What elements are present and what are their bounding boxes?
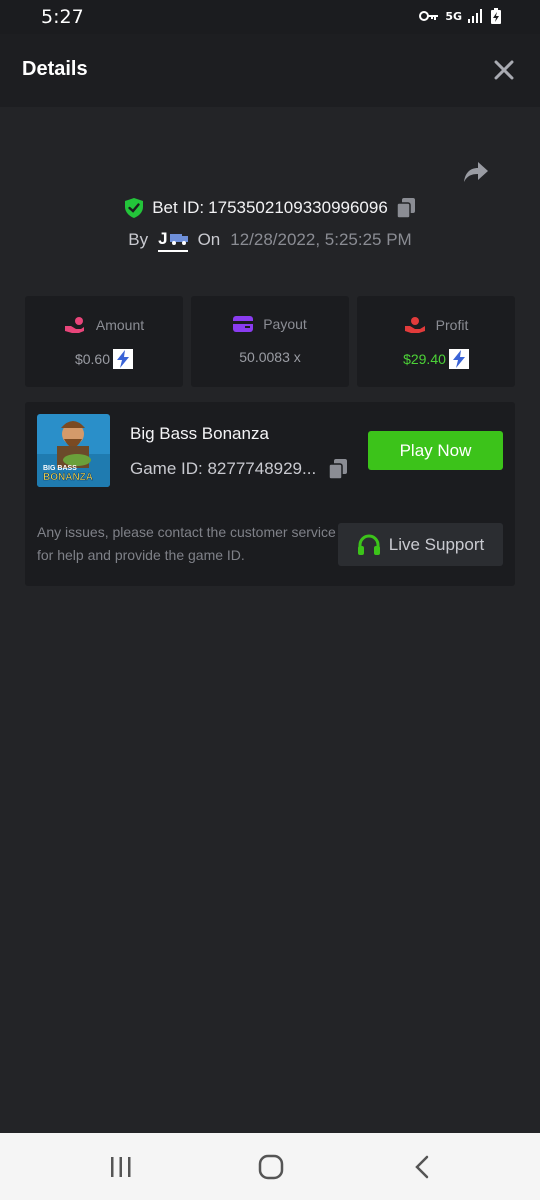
page-title: Details [22,58,88,80]
system-nav-bar [0,1133,540,1200]
status-time: 5:27 [41,6,84,28]
bet-id-row: Bet ID: 1753502109330996096 [0,195,540,221]
details-header: Details [0,34,540,107]
username: J [158,228,168,248]
payout-label: Payout [263,316,307,332]
signal-icon [468,9,482,23]
game-card: BIG BASS BONANZA Big Bass Bonanza Game I… [25,402,515,586]
wallet-icon [233,316,254,332]
hand-coins-icon [64,317,84,333]
recent-apps-icon[interactable] [106,1153,136,1181]
play-now-button[interactable]: Play Now [368,431,503,470]
currency-bolt-icon [448,349,469,369]
share-icon[interactable] [462,158,490,186]
game-id: Game ID: 8277748929... [130,459,317,478]
thumb-title-1: BIG BASS [43,465,77,472]
headset-icon [357,534,380,555]
payout-value: 50.0083 x [239,349,301,365]
bet-by-row: By J On 12/28/2022, 5:25:25 PM [0,228,540,252]
bet-date: 12/28/2022, 5:25:25 PM [230,230,412,249]
username-link[interactable]: J [158,228,188,252]
shield-check-icon [125,198,144,218]
on-label: On [197,230,221,249]
battery-icon [491,8,501,24]
home-icon[interactable] [256,1153,286,1181]
amount-card: Amount $0.60 [25,296,183,387]
user-badge-icon [169,233,188,245]
by-label: By [128,230,149,249]
back-icon[interactable] [408,1153,438,1181]
copy-icon [328,459,348,480]
copy-game-id-button[interactable] [328,458,348,480]
close-icon[interactable] [492,58,516,82]
status-icons: 5G [419,8,502,24]
game-name[interactable]: Big Bass Bonanza [130,424,269,444]
profit-label: Profit [435,317,469,333]
amount-value: $0.60 [74,351,111,367]
support-message: Any issues, please contact the customer … [37,524,336,563]
game-id-row: Game ID: 8277748929... [130,458,348,480]
profit-card: Profit $29.40 [357,296,515,387]
hand-money-icon [404,317,425,333]
thumb-title-2: BONANZA [43,472,93,483]
network-type: 5G [445,9,462,23]
payout-card: Payout 50.0083 x [191,296,349,387]
bet-stats: Amount $0.60 Payout 50.0083 x Profit $29… [25,296,515,387]
bet-id-label: Bet ID: [152,198,205,217]
amount-label: Amount [95,317,145,333]
copy-icon [396,198,415,219]
live-support-label: Live Support [388,534,485,554]
key-icon [419,11,439,21]
copy-bet-id-button[interactable] [396,197,416,219]
currency-bolt-icon [113,349,134,369]
status-bar: 5:27 5G [0,0,540,34]
bet-id-value: 1753502109330996096 [208,198,388,217]
live-support-button[interactable]: Live Support [338,523,503,566]
game-thumbnail[interactable]: BIG BASS BONANZA [37,414,110,487]
profit-value: $29.40 [403,351,446,367]
